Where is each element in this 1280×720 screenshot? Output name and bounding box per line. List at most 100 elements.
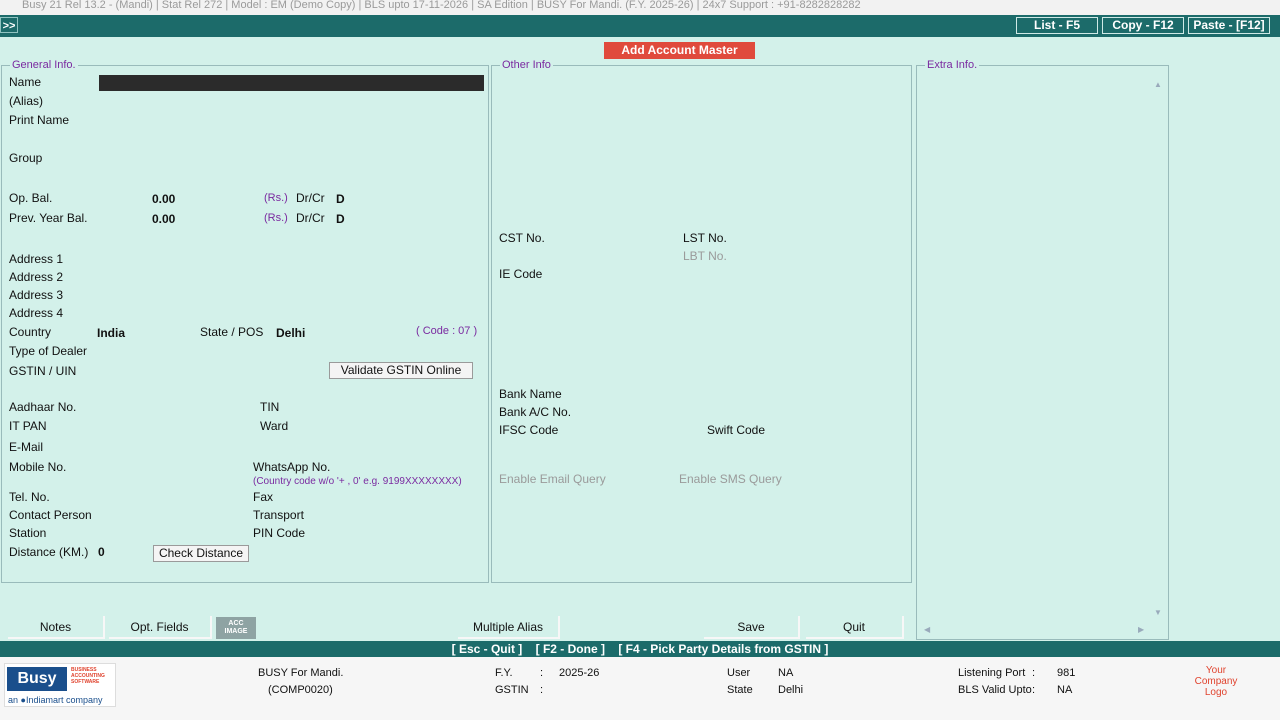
f4-pick-party-hotkey[interactable]: [ F4 - Pick Party Details from GSTIN ] <box>618 642 828 656</box>
top-toolbar: >> List - F5 Copy - F12 Paste - [F12] <box>0 15 1280 37</box>
company-name: BUSY For Mandi. <box>258 667 344 679</box>
swift-label: Swift Code <box>707 423 766 437</box>
group-label: Group <box>9 151 43 165</box>
alias-label: (Alias) <box>9 94 44 108</box>
name-label: Name <box>9 75 42 89</box>
state-value[interactable]: Delhi <box>276 326 305 340</box>
station-label: Station <box>9 526 47 540</box>
busy-logo-tagline: BUSINESS ACCOUNTING SOFTWARE <box>71 667 105 685</box>
ifsc-label: IFSC Code <box>499 423 559 437</box>
company-code: (COMP0020) <box>268 684 333 696</box>
op-bal-drcr-value[interactable]: D <box>336 192 345 206</box>
it-pan-label: IT PAN <box>9 419 47 433</box>
bank-name-label: Bank Name <box>499 387 562 401</box>
multiple-alias-button[interactable]: Multiple Alias <box>458 616 560 639</box>
country-value[interactable]: India <box>97 326 125 340</box>
name-input[interactable] <box>99 75 484 91</box>
state-code: ( Code : 07 ) <box>416 325 478 337</box>
hotkeys-bar: [ Esc - Quit ] [ F2 - Done ] [ F4 - Pick… <box>0 641 1280 657</box>
dealer-type-label: Type of Dealer <box>9 344 88 358</box>
sms-query-label[interactable]: Enable SMS Query <box>679 472 782 486</box>
aadhaar-label: Aadhaar No. <box>9 400 77 414</box>
address4-label: Address 4 <box>9 306 64 320</box>
list-button[interactable]: List - F5 <box>1016 17 1098 34</box>
extra-info-panel: Extra Info. <box>916 59 1169 640</box>
prev-bal-drcr-value[interactable]: D <box>336 212 345 226</box>
esc-quit-hotkey[interactable]: [ Esc - Quit ] <box>452 642 523 656</box>
indiamart-tagline: an ●Indiamart company <box>8 695 103 705</box>
address1-label: Address 1 <box>9 252 64 266</box>
bank-ac-label: Bank A/C No. <box>499 405 572 419</box>
quit-button[interactable]: Quit <box>806 616 904 639</box>
email-label: E-Mail <box>9 440 44 454</box>
user-label: User <box>727 667 751 679</box>
state-status-value: Delhi <box>778 684 804 696</box>
bls-valid-separator: : <box>1032 684 1036 696</box>
check-distance-button[interactable]: Check Distance <box>153 545 249 562</box>
contact-person-label: Contact Person <box>9 508 92 522</box>
address2-label: Address 2 <box>9 270 64 284</box>
state-label: State / POS <box>200 325 264 339</box>
op-bal-currency: (Rs.) <box>264 192 288 204</box>
expand-menu-button[interactable]: >> <box>0 17 18 33</box>
fy-value: 2025-26 <box>559 667 600 679</box>
scroll-down-icon[interactable]: ▼ <box>1154 608 1162 617</box>
lbt-label: LBT No. <box>683 249 727 263</box>
window-titlebar: Busy 21 Rel 13.2 - (Mandi) | Stat Rel 27… <box>0 0 1280 15</box>
op-bal-label: Op. Bal. <box>9 191 53 205</box>
gstin-label: GSTIN / UIN <box>9 364 77 378</box>
pin-code-label: PIN Code <box>253 526 306 540</box>
scroll-up-icon[interactable]: ▲ <box>1154 80 1162 89</box>
op-bal-value[interactable]: 0.00 <box>152 192 175 206</box>
fy-label: F.Y. <box>495 667 513 679</box>
listening-port-separator: : <box>1032 667 1036 679</box>
fy-separator: : <box>540 667 544 679</box>
listening-port-label: Listening Port <box>958 667 1026 679</box>
copy-button[interactable]: Copy - F12 <box>1102 17 1184 34</box>
save-button[interactable]: Save <box>704 616 800 639</box>
country-label: Country <box>9 325 52 339</box>
prev-bal-currency: (Rs.) <box>264 212 288 224</box>
listening-port-value: 981 <box>1057 667 1076 679</box>
company-logo-placeholder: Your Company Logo <box>1194 665 1238 698</box>
fax-label: Fax <box>253 490 274 504</box>
scroll-left-icon[interactable]: ◀ <box>924 625 930 634</box>
ward-label: Ward <box>260 419 289 433</box>
gstin-separator: : <box>540 684 544 696</box>
busy-logo-text: Busy <box>7 667 67 691</box>
cst-label: CST No. <box>499 231 545 245</box>
transport-label: Transport <box>253 508 304 522</box>
ie-code-label: IE Code <box>499 267 543 281</box>
whatsapp-hint: (Country code w/o '+ , 0' e.g. 9199XXXXX… <box>253 476 462 487</box>
mobile-label: Mobile No. <box>9 460 67 474</box>
status-bar <box>0 657 1280 720</box>
prev-bal-drcr-label: Dr/Cr <box>296 211 325 225</box>
opt-fields-button[interactable]: Opt. Fields <box>109 616 212 639</box>
notes-button[interactable]: Notes <box>8 616 105 639</box>
form-title: Add Account Master <box>604 42 755 59</box>
email-query-label[interactable]: Enable Email Query <box>499 472 606 486</box>
other-info-panel: Other Info <box>491 59 912 583</box>
gstin-status-label: GSTIN <box>495 684 529 696</box>
whatsapp-label: WhatsApp No. <box>253 460 331 474</box>
state-status-label: State <box>727 684 753 696</box>
lst-label: LST No. <box>683 231 727 245</box>
validate-gstin-button[interactable]: Validate GSTIN Online <box>329 362 473 379</box>
tin-label: TIN <box>260 400 280 414</box>
print-name-label: Print Name <box>9 113 70 127</box>
user-value: NA <box>778 667 794 679</box>
scroll-right-icon[interactable]: ▶ <box>1138 625 1144 634</box>
extra-info-legend: Extra Info. <box>925 59 980 71</box>
acc-image-button[interactable]: ACC IMAGE <box>216 617 256 639</box>
other-info-legend: Other Info <box>500 59 553 71</box>
f2-done-hotkey[interactable]: [ F2 - Done ] <box>536 642 605 656</box>
prev-bal-value[interactable]: 0.00 <box>152 212 175 226</box>
address3-label: Address 3 <box>9 288 64 302</box>
distance-value[interactable]: 0 <box>98 545 105 559</box>
bls-valid-value: NA <box>1057 684 1073 696</box>
op-bal-drcr-label: Dr/Cr <box>296 191 325 205</box>
bls-valid-label: BLS Valid Upto <box>958 684 1032 696</box>
paste-button[interactable]: Paste - [F12] <box>1188 17 1270 34</box>
tel-label: Tel. No. <box>9 490 50 504</box>
busy-logo: Busy BUSINESS ACCOUNTING SOFTWARE an ●In… <box>4 663 116 707</box>
